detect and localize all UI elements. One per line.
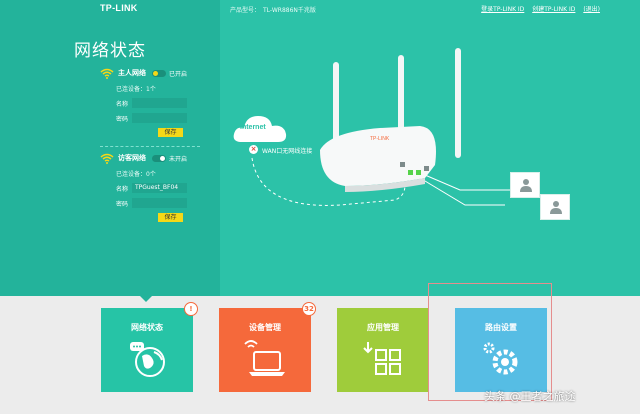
router-port <box>408 170 413 175</box>
tile-device-management[interactable]: 设备管理 <box>219 308 311 392</box>
tile-label: 应用管理 <box>367 323 399 332</box>
guest-name-input[interactable]: TPGuest_BF04 <box>132 183 187 193</box>
router-port <box>424 166 429 171</box>
wan-status-label: WAN口无网线连接 <box>262 148 313 155</box>
panel-title: 网络状态 <box>74 41 146 61</box>
router-port <box>416 170 421 175</box>
guest-network-status: 未开启 <box>169 155 188 163</box>
main-connected-devices: 已连设备：1个 <box>116 86 156 93</box>
main-network-toggle[interactable] <box>152 69 166 77</box>
guest-name-label: 名称 <box>116 185 129 193</box>
tile-label: 设备管理 <box>249 323 281 332</box>
globe-chat-icon <box>130 342 165 377</box>
panel-divider <box>100 146 200 147</box>
main-network-name: 主人网络 <box>118 69 146 77</box>
top-area: TP-LINK 产品型号： TL-WR886N千兆版 登录TP-LINK ID 创… <box>0 0 640 296</box>
main-password-input[interactable] <box>132 113 187 123</box>
main-network-block: 主人网络 已开启 已连设备：1个 名称 密码 保存 <box>100 67 210 137</box>
selection-highlight <box>428 283 552 401</box>
wifi-icon <box>100 153 114 164</box>
alert-badge: ! <box>184 302 198 316</box>
user-icon <box>520 179 532 192</box>
client-device[interactable] <box>510 172 540 198</box>
router-port <box>400 162 405 167</box>
guest-password-input[interactable] <box>132 198 187 208</box>
tile-network-status[interactable]: 网络状态 <box>101 308 193 392</box>
laptop-wifi-icon <box>244 340 285 376</box>
disconnected-icon: × <box>249 145 258 154</box>
user-icon <box>550 201 562 214</box>
router-brand: TP-LINK <box>370 136 390 142</box>
active-indicator <box>140 296 152 302</box>
guest-network-block: 访客网络 未开启 已连设备：0个 名称 TPGuest_BF04 密码 保存 <box>100 152 210 222</box>
antenna <box>455 48 461 158</box>
wifi-icon <box>100 68 114 79</box>
guest-network-toggle[interactable] <box>152 154 166 162</box>
main-password-label: 密码 <box>116 115 129 123</box>
tile-app-management[interactable]: 应用管理 <box>337 308 429 392</box>
lan-cable <box>424 174 512 191</box>
main-name-input[interactable] <box>132 98 187 108</box>
internet-label: Internet <box>240 124 266 131</box>
guest-password-label: 密码 <box>116 200 129 208</box>
guest-save-button[interactable]: 保存 <box>158 213 183 222</box>
main-name-label: 名称 <box>116 100 129 108</box>
tile-label: 网络状态 <box>131 323 163 332</box>
main-save-button[interactable]: 保存 <box>158 128 183 137</box>
guest-network-name: 访客网络 <box>118 154 146 162</box>
guest-connected-devices: 已连设备：0个 <box>116 171 156 178</box>
grid-apps-icon <box>363 342 401 375</box>
main-network-status: 已开启 <box>169 70 188 78</box>
client-device[interactable] <box>540 194 570 220</box>
device-count-badge: 32 <box>302 302 316 316</box>
tp-link-logo: TP-LINK <box>100 3 138 13</box>
watermark: 头条 @王者之旅途 <box>484 390 576 403</box>
